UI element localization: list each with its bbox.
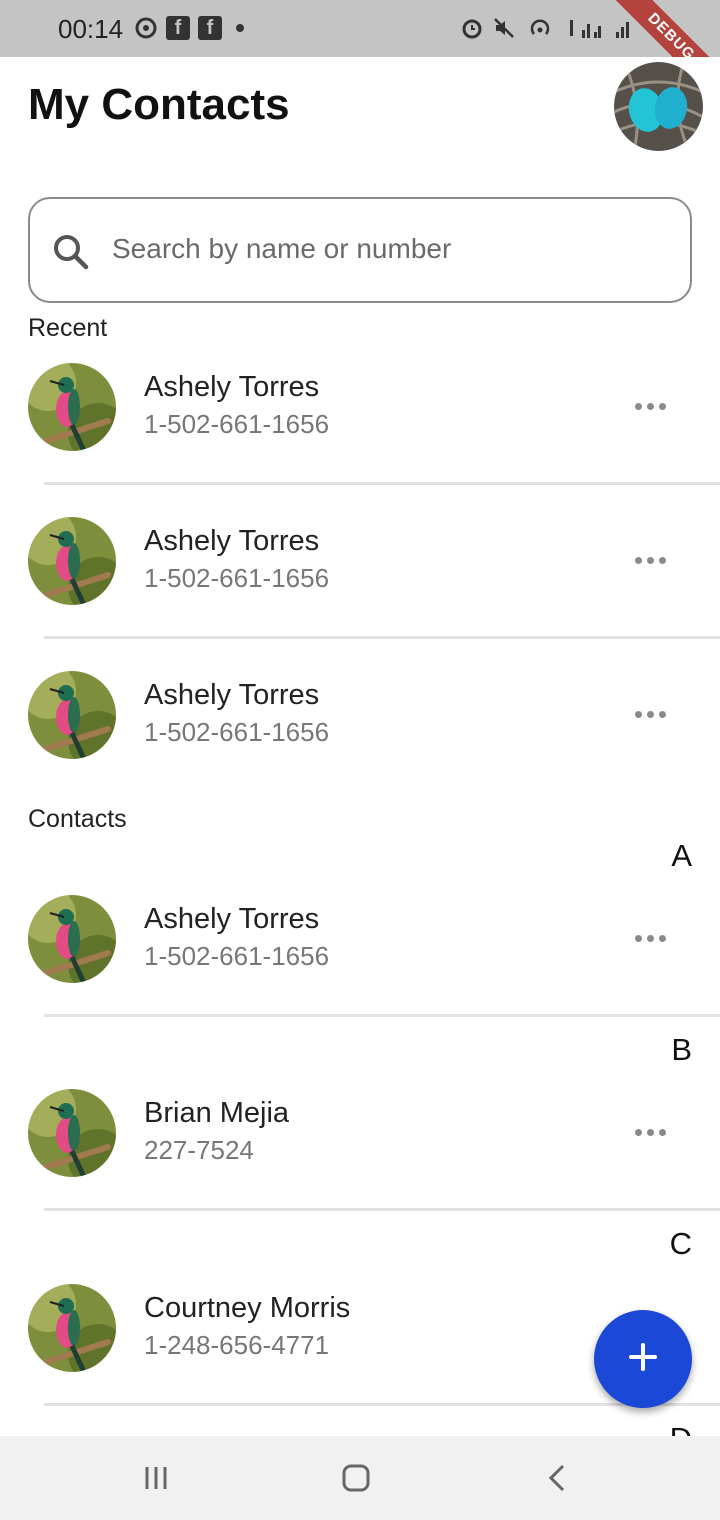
more-horizontal-icon[interactable] [620,545,680,575]
contact-phone: 1-502-661-1656 [144,941,330,971]
contact-avatar [28,1089,116,1177]
home-icon[interactable] [336,1458,376,1498]
contact-name: Courtney Morris [144,1292,351,1324]
search-bar[interactable] [28,197,692,303]
sync-icon [134,16,158,40]
divider [44,1403,720,1406]
back-icon[interactable] [538,1458,578,1498]
contact-row[interactable]: Ashely Torres 1-502-661-1656 [0,895,720,1015]
more-horizontal-icon[interactable] [620,1117,680,1147]
contact-name: Brian Mejia [144,1097,290,1129]
hotspot-icon [528,16,552,40]
recents-icon[interactable] [136,1458,176,1498]
section-title-contacts: Contacts [28,805,127,833]
contact-row[interactable]: Brian Mejia 227-7524 [0,1089,720,1209]
divider [44,482,720,485]
contact-avatar [28,517,116,605]
divider [44,1014,720,1017]
contact-phone: 1-502-661-1656 [144,717,330,747]
contact-phone: 1-502-661-1656 [144,563,330,593]
letter-header-c: C [669,1226,692,1261]
more-horizontal-icon[interactable] [620,923,680,953]
profile-avatar[interactable] [614,62,703,151]
contact-phone: 1-248-656-4771 [144,1330,330,1360]
contact-phone: 1-502-661-1656 [144,409,330,439]
contact-name: Ashely Torres [144,525,320,557]
contact-name: Ashely Torres [144,679,320,711]
facebook-icon-2: f [198,16,222,40]
contact-name: Ashely Torres [144,371,320,403]
alarm-icon [460,16,484,40]
more-horizontal-icon[interactable] [620,391,680,421]
status-time: 00:14 [58,14,124,44]
divider [44,1208,720,1211]
signal-icon [568,16,602,40]
recent-contact-row[interactable]: Ashely Torres 1-502-661-1656 [0,517,720,637]
more-horizontal-icon[interactable] [620,699,680,729]
letter-header-d: D [670,1421,692,1436]
facebook-icon: f [166,16,190,40]
mute-icon [492,16,516,40]
search-input[interactable] [112,199,672,299]
contact-avatar [28,895,116,983]
section-title-recent: Recent [28,314,108,342]
page-title: My Contacts [28,80,290,129]
recent-contact-row[interactable]: Ashely Torres 1-502-661-1656 [0,671,720,791]
add-contact-button[interactable] [594,1310,692,1408]
letter-header-b: B [671,1032,692,1067]
search-icon [52,233,90,271]
letter-header-a: A [671,838,692,873]
status-bar: 00:14 f f DEBUG [0,0,720,57]
contact-name: Ashely Torres [144,903,320,935]
contact-avatar [28,671,116,759]
recent-contact-row[interactable]: Ashely Torres 1-502-661-1656 [0,363,720,483]
navigation-bar [0,1436,720,1520]
contact-phone: 227-7524 [144,1135,254,1165]
contact-avatar [28,1284,116,1372]
notification-dot-icon [236,24,244,32]
divider [44,636,720,639]
plus-icon [628,1342,658,1377]
contact-avatar [28,363,116,451]
